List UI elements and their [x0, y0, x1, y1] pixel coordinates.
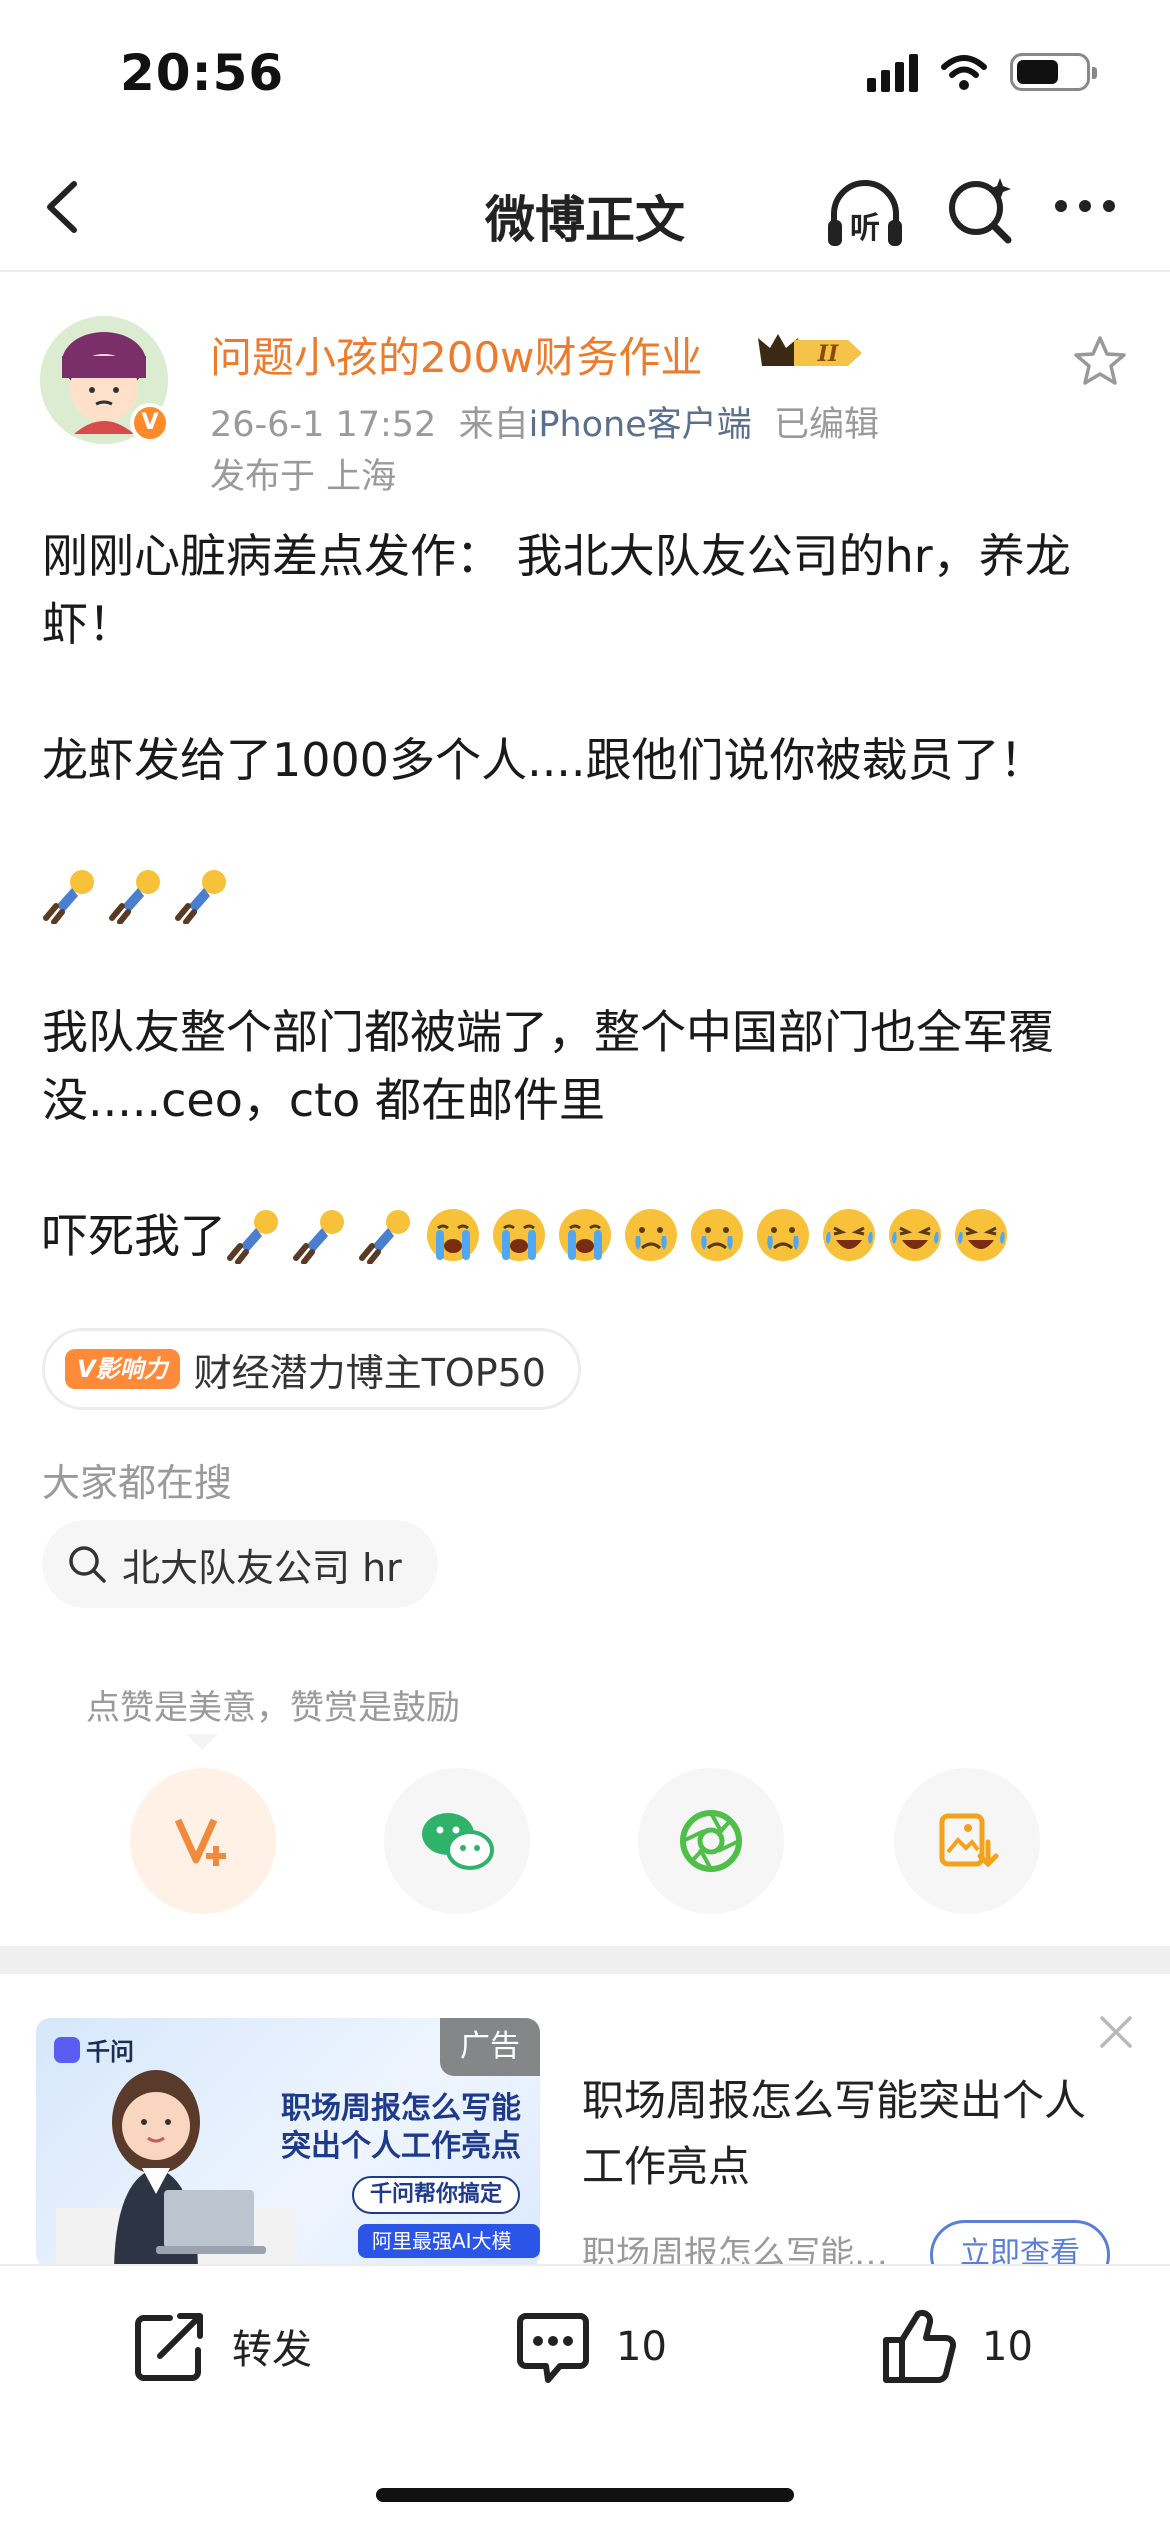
laugh-cry-emoji [889, 1209, 941, 1261]
ad-badge: 广告 [440, 2018, 540, 2076]
status-icons [867, 52, 1097, 92]
repost-label: 转发 [232, 2327, 312, 2373]
trending-search-chip[interactable]: 北大队友公司 hr [42, 1520, 438, 1608]
post-meta: 26-6-1 17:52 来自iPhone客户端 已编辑 [210, 396, 879, 447]
loud-crying-emoji [559, 1209, 611, 1261]
comment-count: 10 [616, 2324, 667, 2370]
ad-image-headline: 职场周报怎么写能突出个人工作亮点 [281, 2091, 521, 2164]
vip-crown-badge-icon[interactable]: II [748, 330, 866, 376]
crying-face-emoji [625, 1209, 677, 1261]
signal-icon [867, 52, 918, 92]
ad-image[interactable]: 千问 职场周报怎么写能突出个人工作亮点 千问帮你搞定 阿里最强AI大模型 广告 [36, 2018, 540, 2268]
fallen-person-emoji [175, 870, 226, 924]
v-plus-reward-icon [174, 1818, 226, 1866]
post-text-line-with-emojis: 吓死我了 [42, 1202, 1132, 1270]
reward-button[interactable] [130, 1768, 276, 1914]
save-image-icon [939, 1813, 999, 1868]
source-prefix: 来自 [458, 405, 529, 445]
post-datetime: 26-6-1 17:52 [210, 405, 437, 445]
post-text-line: 我队友整个部门都被端了，整个中国部门也全军覆没.....ceo，cto 都在邮件… [42, 1005, 1054, 1127]
reward-hint-pointer [186, 1734, 218, 1750]
star-favorite-icon[interactable] [1070, 332, 1130, 392]
repost-button[interactable]: 转发 [130, 2306, 312, 2386]
share-moments-button[interactable] [638, 1768, 784, 1914]
ad-title[interactable]: 职场周报怎么写能突出个人工作亮点 [582, 2068, 1102, 2200]
post-location: 发布于 上海 [210, 457, 397, 497]
repost-share-icon [135, 2313, 203, 2381]
like-button[interactable]: 10 [878, 2306, 1033, 2388]
save-image-button[interactable] [894, 1768, 1040, 1914]
fallen-person-emoji [227, 1210, 278, 1264]
reward-hint: 点赞是美意，赞赏是鼓励 [86, 1688, 460, 1728]
like-count: 10 [982, 2324, 1033, 2370]
influence-tag-text: 财经潜力博主TOP50 [193, 1350, 546, 1395]
trending-search-query: 北大队友公司 hr [122, 1545, 402, 1590]
edited-label: 已编辑 [774, 405, 880, 445]
listen-label: 听 [850, 211, 880, 246]
reward-share-row [130, 1768, 1040, 1914]
share-wechat-button[interactable] [384, 1768, 530, 1914]
loud-crying-emoji [427, 1209, 479, 1261]
influence-tag-chip[interactable]: V影响力 财经潜力博主TOP50 [42, 1328, 581, 1410]
nav-bar: 微博正文 听 [0, 150, 1170, 272]
wifi-icon [941, 55, 987, 90]
fallen-person-emoji [109, 870, 160, 924]
fallen-person-emoji [359, 1210, 410, 1264]
section-divider [0, 1946, 1170, 1974]
laugh-cry-emoji [955, 1209, 1007, 1261]
moments-aperture-icon [680, 1810, 742, 1872]
fallen-person-emoji [293, 1210, 344, 1264]
ai-search-icon[interactable] [940, 170, 1020, 250]
post-source-link[interactable]: iPhone客户端 [529, 405, 752, 445]
trending-search-hint: 大家都在搜 [42, 1461, 233, 1505]
wechat-icon [422, 1813, 494, 1870]
vip-level: II [817, 341, 839, 367]
status-time: 20:56 [120, 44, 285, 102]
post-text: 吓死我了 [42, 1209, 226, 1263]
comment-button[interactable]: 10 [512, 2306, 667, 2388]
thumbs-up-icon [883, 2309, 957, 2383]
crying-face-emoji [757, 1209, 809, 1261]
loud-crying-emoji [493, 1209, 545, 1261]
laugh-cry-emoji [823, 1209, 875, 1261]
post-body: 刚刚心脏病差点发作： 我北大队友公司的hr，养龙虾！ 龙虾发给了1000多个人.… [42, 522, 1132, 1270]
ad-image-pill: 千问帮你搞定 [352, 2176, 521, 2214]
author-name[interactable]: 问题小孩的200w财务作业 [210, 324, 703, 385]
more-icon[interactable] [1055, 200, 1115, 212]
fallen-person-emoji [43, 870, 94, 924]
battery-icon [1010, 53, 1097, 91]
influence-badge: V影响力 [65, 1349, 180, 1389]
ad-image-pill-secondary: 阿里最强AI大模型 [358, 2224, 540, 2268]
status-bar: 20:56 [0, 0, 1170, 150]
verified-badge-icon: V [130, 403, 170, 443]
comment-icon [517, 2313, 589, 2383]
post-text-line: 刚刚心脏病差点发作： 我北大队友公司的hr，养龙虾！ [42, 529, 1071, 651]
headphones-listen-icon[interactable]: 听 [820, 168, 910, 258]
ad-illustration-person [56, 2070, 296, 2268]
post-text-line: 龙虾发给了1000多个人....跟他们说你被裁员了！ [42, 733, 1046, 787]
close-icon[interactable] [1096, 2012, 1136, 2052]
emoji-row [42, 862, 1132, 930]
home-indicator [376, 2488, 794, 2502]
search-icon [69, 1546, 106, 1583]
crying-face-emoji [691, 1209, 743, 1261]
